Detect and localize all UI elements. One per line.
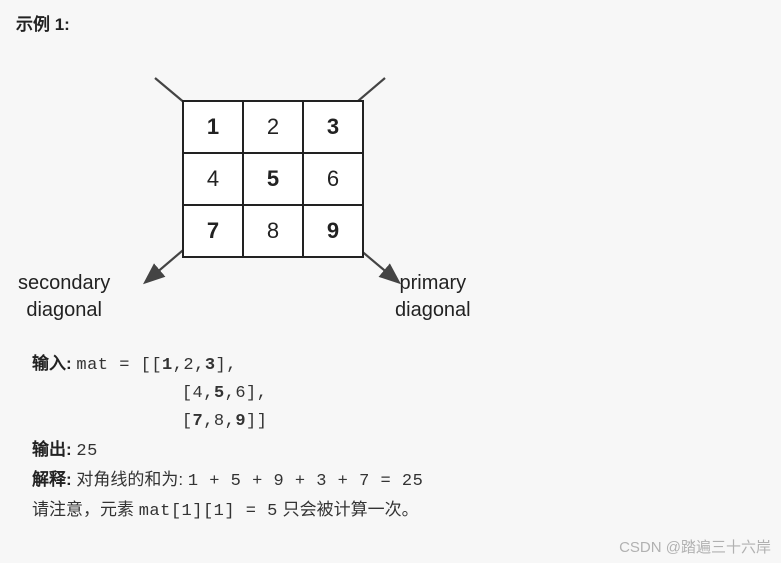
secondary-label-line1: secondary: [18, 272, 110, 294]
input-line3: [7,8,9]]: [32, 408, 423, 436]
example-heading: 示例 1:: [16, 10, 70, 35]
note-suffix: 只会被计算一次。: [278, 500, 419, 519]
cell-1-0: 4: [183, 153, 243, 205]
watermark: CSDN @踏遍三十六岸: [619, 536, 771, 557]
cell-1-1: 5: [243, 153, 303, 205]
explain-prefix: 对角线的和为:: [76, 470, 187, 489]
cell-0-0: 1: [183, 101, 243, 153]
cell-0-1: 2: [243, 101, 303, 153]
pad3: [: [32, 412, 193, 431]
v5: 5: [214, 384, 225, 403]
io-block: 输入: mat = [[1,2,3], [4,5,6], [7,8,9]] 输出…: [32, 350, 423, 526]
input-line: 输入: mat = [[1,2,3],: [32, 350, 423, 380]
pad2: [: [32, 384, 193, 403]
cell-2-1: 8: [243, 205, 303, 257]
explain-sum: 1 + 5 + 9 + 3 + 7 = 25: [188, 472, 423, 491]
diagram-area: 1 2 3 4 5 6 7 8 9 secondary diagonal pri…: [0, 60, 781, 330]
input-line1-suffix: ],: [216, 356, 237, 375]
cell-2-0: 7: [183, 205, 243, 257]
note-prefix: 请注意，元素: [32, 500, 139, 519]
input-line2: [4,5,6],: [32, 380, 423, 408]
secondary-diagonal-label: secondary diagonal: [18, 270, 110, 324]
v3: 3: [205, 356, 216, 375]
output-line: 输出: 25: [32, 436, 423, 466]
explain-label: 解释:: [32, 470, 72, 489]
v1: 1: [162, 356, 173, 375]
cell-2-2: 9: [303, 205, 363, 257]
matrix-grid: 1 2 3 4 5 6 7 8 9: [182, 100, 364, 258]
input-line2-suffix: ],: [246, 384, 267, 403]
input-prefix: mat = [[: [76, 356, 162, 375]
primary-label-line2: diagonal: [395, 299, 471, 321]
diagonal-arrows-svg: [0, 60, 781, 390]
note-code: mat[1][1] = 5: [139, 502, 278, 521]
explain-line: 解释: 对角线的和为: 1 + 5 + 9 + 3 + 7 = 25: [32, 466, 423, 496]
cell-1-2: 6: [303, 153, 363, 205]
output-label: 输出:: [32, 440, 72, 459]
note-line: 请注意，元素 mat[1][1] = 5 只会被计算一次。: [32, 496, 423, 526]
v7: 7: [193, 412, 204, 431]
secondary-label-line2: diagonal: [26, 299, 102, 321]
input-label: 输入:: [32, 354, 72, 373]
input-line3-suffix: ]]: [246, 412, 267, 431]
v9: 9: [235, 412, 246, 431]
primary-diagonal-label: primary diagonal: [395, 270, 471, 324]
cell-0-2: 3: [303, 101, 363, 153]
primary-label-line1: primary: [399, 272, 466, 294]
input-line1: mat = [[1,2,3],: [76, 356, 237, 375]
output-value: 25: [76, 442, 97, 461]
